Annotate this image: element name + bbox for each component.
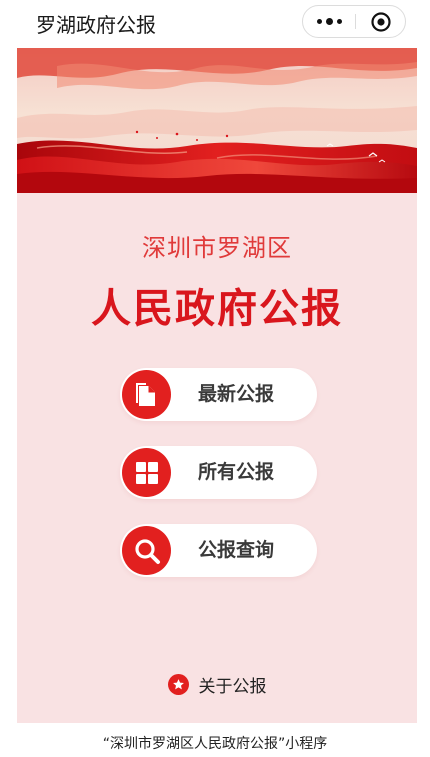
- top-nav-bar: 罗湖政府公报: [0, 0, 430, 44]
- footer-caption: “深圳市罗湖区人民政府公报”小程序: [102, 736, 328, 752]
- star-icon: [167, 673, 189, 695]
- main-card: 深圳市罗湖区 人民政府公报 最新公报 所有公报 公报查询 关于公报: [17, 48, 417, 723]
- document-icon: [122, 370, 171, 419]
- about-label: 关于公报: [198, 676, 267, 697]
- search-icon: [122, 526, 171, 575]
- bulletin-search-button[interactable]: 公报查询: [120, 524, 317, 577]
- about-bulletin-link[interactable]: 关于公报: [17, 672, 417, 697]
- latest-bulletin-button[interactable]: 最新公报: [120, 368, 317, 421]
- app-title: 罗湖政府公报: [36, 13, 156, 37]
- menu-label: 公报查询: [197, 539, 274, 561]
- mini-program-capsule: [302, 5, 406, 38]
- hero-title: 人民政府公报: [91, 286, 343, 332]
- all-bulletins-button[interactable]: 所有公报: [120, 446, 317, 499]
- grid-icon: [122, 448, 171, 497]
- banner-image: [17, 48, 417, 193]
- hero-subtitle: 深圳市罗湖区: [142, 234, 292, 262]
- menu-label: 最新公报: [197, 383, 274, 405]
- menu-label: 所有公报: [197, 461, 274, 483]
- target-close-icon[interactable]: [356, 6, 406, 37]
- more-dots-icon[interactable]: [303, 6, 355, 37]
